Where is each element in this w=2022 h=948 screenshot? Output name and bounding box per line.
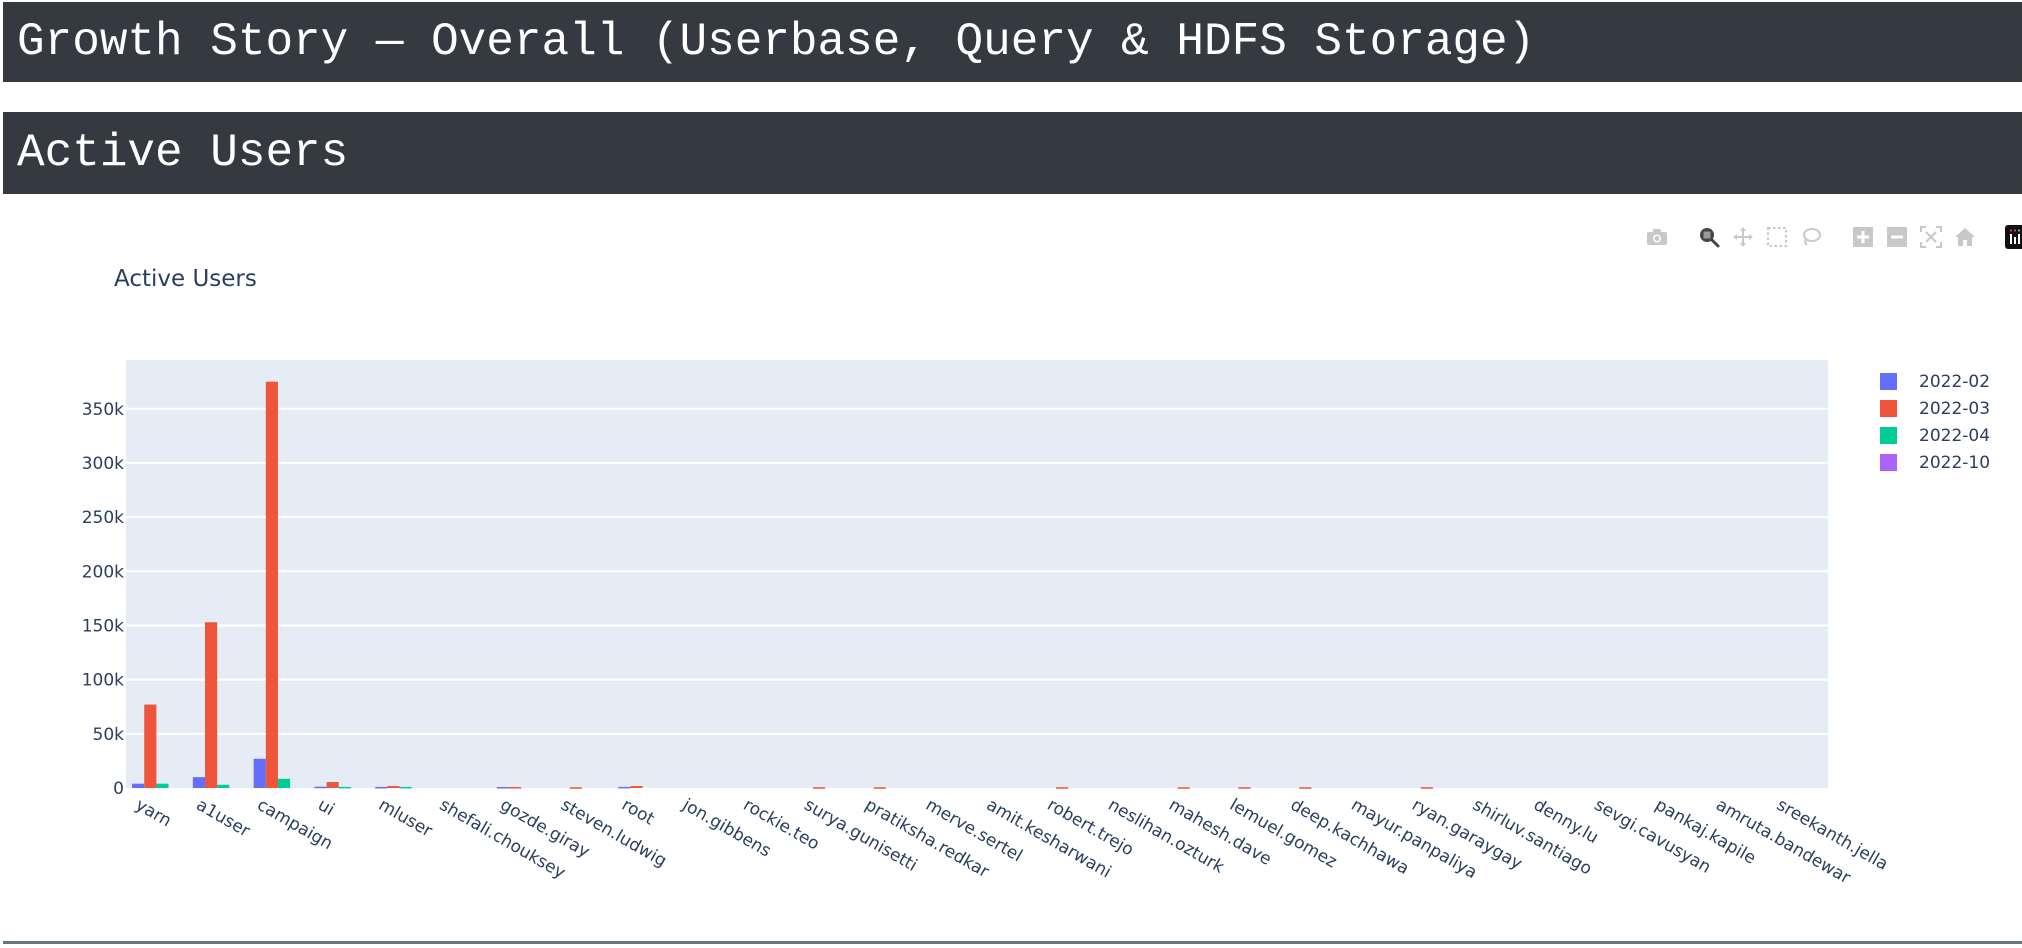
legend-item[interactable]: 2022-03	[1880, 395, 1990, 422]
bar-2022-03-root[interactable]	[630, 786, 643, 788]
y-tick-label: 0	[113, 779, 124, 799]
y-tick-label: 350k	[82, 400, 124, 420]
bar-2022-03-mluser[interactable]	[387, 786, 400, 788]
bar-2022-03-lemuel.gomez[interactable]	[1238, 787, 1251, 789]
x-tick-label: yarn	[132, 795, 175, 831]
y-tick-label: 100k	[82, 671, 124, 691]
y-tick-label: 200k	[82, 562, 124, 582]
bar-2022-04-ui[interactable]	[338, 786, 351, 789]
legend-label: 2022-04	[1919, 425, 1991, 446]
x-tick-label: a1user	[193, 795, 254, 841]
x-tick-label: ui	[314, 795, 337, 820]
bar-2022-03-steven.ludwig[interactable]	[569, 787, 582, 789]
bar-2022-03-yarn[interactable]	[144, 704, 157, 788]
bar-2022-02-ui[interactable]	[314, 786, 327, 789]
legend-swatch	[1880, 427, 1897, 444]
y-axis-ticks: 0 50k 100k 150k 200k 250k 300k 350k	[82, 400, 124, 799]
bar-2022-04-a1user[interactable]	[217, 784, 230, 788]
bar-2022-02-gozde.giray[interactable]	[496, 787, 509, 789]
legend-item[interactable]: 2022-10	[1880, 449, 1990, 476]
legend-label: 2022-10	[1919, 452, 1991, 473]
y-tick-label: 150k	[82, 616, 124, 636]
bar-2022-02-yarn[interactable]	[132, 783, 145, 788]
legend-swatch	[1880, 454, 1897, 471]
bar-2022-03-campaign[interactable]	[265, 381, 278, 788]
bar-2022-04-campaign[interactable]	[277, 778, 291, 788]
bar-2022-02-mluser[interactable]	[375, 786, 388, 789]
bar-2022-03-gozde.giray[interactable]	[508, 787, 522, 789]
bar-2022-03-mahesh.dave[interactable]	[1177, 787, 1190, 789]
legend-label: 2022-02	[1919, 371, 1991, 392]
bar-2022-02-campaign[interactable]	[253, 758, 266, 788]
y-tick-label: 50k	[93, 725, 125, 745]
bar-2022-04-yarn[interactable]	[156, 783, 169, 788]
legend-swatch	[1880, 400, 1897, 417]
bar-2022-03-deep.kachhawa[interactable]	[1299, 787, 1312, 789]
legend-item[interactable]: 2022-04	[1880, 422, 1990, 449]
bar-2022-03-pratiksha.redkar[interactable]	[873, 787, 886, 789]
bar-2022-03-robert.trejo[interactable]	[1056, 787, 1069, 789]
bar-2022-04-mluser[interactable]	[399, 786, 412, 789]
x-tick-label: root	[618, 795, 658, 830]
x-tick-label: mluser	[375, 795, 436, 842]
bar-2022-03-a1user[interactable]	[205, 622, 218, 788]
bar-chart[interactable]: 050k100k150k200k250k300k350k yarn a1user c…	[0, 0, 2022, 948]
legend: 2022-02 2022-03 2022-04 2022-10	[1880, 368, 1990, 476]
bar-2022-03-surya.gunisetti[interactable]	[812, 787, 826, 789]
y-tick-label: 250k	[82, 508, 124, 528]
legend-item[interactable]: 2022-02	[1880, 368, 1990, 395]
bar-2022-02-root[interactable]	[618, 786, 631, 789]
plot-area[interactable]	[126, 360, 1828, 788]
legend-label: 2022-03	[1919, 398, 1991, 419]
x-axis-ticks: yarn a1user campaignui mluser shefali.chouks…	[132, 795, 1891, 889]
bar-2022-03-ryan.garaygay[interactable]	[1420, 787, 1433, 789]
y-tick-label: 300k	[82, 454, 124, 474]
bar-2022-02-a1user[interactable]	[192, 777, 206, 788]
section-divider	[3, 941, 2022, 944]
legend-swatch	[1880, 373, 1897, 390]
bar-2022-03-ui[interactable]	[326, 782, 339, 788]
